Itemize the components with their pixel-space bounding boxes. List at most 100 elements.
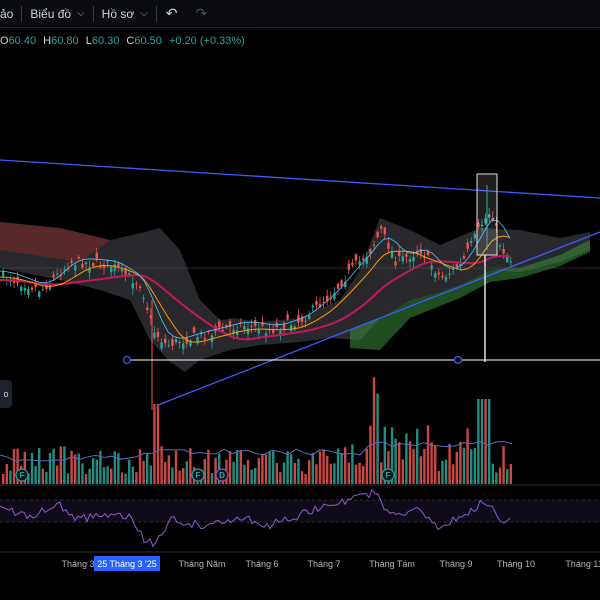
- candle-body: [311, 305, 314, 308]
- side-panel-toggle[interactable]: o: [0, 380, 12, 408]
- candle-body: [84, 262, 88, 264]
- volume-bar: [52, 448, 55, 484]
- candle-body: [246, 328, 250, 334]
- volume-bar: [74, 454, 77, 484]
- candle-body: [398, 251, 401, 256]
- candle-body: [218, 321, 221, 328]
- candle-body: [110, 266, 113, 273]
- candle-body: [146, 307, 149, 310]
- candle-body: [509, 261, 512, 263]
- volume-bar: [30, 452, 34, 484]
- candle-body: [167, 344, 170, 346]
- event-marker-earnings[interactable]: F: [191, 468, 205, 482]
- candle-body: [498, 245, 502, 247]
- volume-bar: [509, 464, 512, 484]
- volume-bar: [185, 461, 188, 484]
- volume-bar: [282, 462, 286, 484]
- volume-bar: [466, 428, 469, 484]
- candle-body: [419, 249, 422, 254]
- event-marker-earnings[interactable]: F: [381, 468, 395, 482]
- volume-bar: [38, 447, 41, 484]
- candle-body: [405, 253, 408, 257]
- candle-body: [372, 244, 376, 246]
- time-axis[interactable]: Tháng 3 Tháng Năm Tháng 6 Tháng 7 Tháng Tám T…: [0, 553, 600, 600]
- volume-bar: [452, 464, 455, 484]
- volume-bar: [246, 460, 250, 484]
- candle-body: [160, 342, 163, 349]
- volume-bar: [149, 465, 152, 484]
- volume-bar: [434, 445, 437, 484]
- candle-body: [441, 275, 444, 278]
- volume-bar: [506, 469, 509, 484]
- volume-bar: [268, 451, 271, 484]
- volume-bar: [178, 470, 181, 484]
- volume-bar: [437, 470, 440, 484]
- volume-bar: [113, 451, 116, 484]
- candle-body: [376, 231, 379, 238]
- volume-bar: [408, 441, 412, 484]
- candle-body: [106, 260, 109, 262]
- volume-bar: [372, 377, 376, 484]
- volume-bar: [228, 451, 232, 484]
- volume-bar: [462, 447, 466, 484]
- time-axis-tick-label: Tháng 11: [565, 559, 600, 569]
- volume-bar: [362, 465, 365, 484]
- volume-bar: [203, 458, 206, 484]
- volume-bar: [207, 449, 210, 484]
- candle-body: [462, 256, 466, 259]
- volume-bar: [376, 393, 379, 484]
- candle-body: [383, 227, 386, 234]
- event-marker-earnings[interactable]: F: [15, 468, 29, 482]
- candle-body: [243, 326, 246, 330]
- volume-bar: [232, 461, 235, 484]
- candle-body: [30, 287, 34, 290]
- volume-bar: [236, 450, 239, 484]
- event-marker-label: F: [386, 471, 391, 480]
- candle-body: [470, 240, 473, 243]
- event-marker-label: F: [196, 471, 201, 480]
- candle-body: [192, 327, 196, 333]
- volume-bar: [322, 449, 325, 484]
- volume-bar: [344, 447, 347, 484]
- candle-body: [52, 274, 55, 278]
- candle-body: [308, 315, 311, 319]
- volume-bar: [182, 468, 185, 484]
- volume-bar: [340, 452, 343, 484]
- volume-bar: [401, 459, 404, 484]
- volume-bar: [12, 448, 16, 484]
- volume-bar: [2, 473, 5, 484]
- volume-bar: [398, 442, 401, 484]
- volume-bar: [174, 450, 178, 484]
- candle-body: [444, 276, 448, 281]
- volume-bar: [412, 448, 415, 484]
- candle-body: [430, 265, 433, 270]
- volume-bar: [160, 446, 163, 484]
- volume-bar: [210, 473, 214, 484]
- volume-bar: [290, 454, 293, 484]
- candle-body: [390, 252, 394, 258]
- time-axis-tick-label: Tháng Tám: [369, 559, 415, 569]
- candle-body: [394, 261, 397, 266]
- volume-bar: [308, 460, 311, 484]
- candle-body: [156, 331, 160, 337]
- candle-body: [174, 339, 178, 343]
- candle-body: [347, 263, 350, 270]
- volume-bar: [459, 441, 462, 484]
- event-marker-dividend[interactable]: D: [215, 468, 229, 482]
- time-axis-tick-label: Tháng 9: [439, 559, 472, 569]
- volume-bar: [110, 468, 113, 484]
- candle-body: [81, 263, 84, 268]
- volume-bar: [128, 459, 131, 484]
- volume-bar: [106, 466, 109, 484]
- candle-body: [401, 256, 404, 262]
- volume-bar: [264, 454, 268, 484]
- volume-bar: [502, 446, 505, 484]
- volume-bar: [286, 451, 289, 484]
- candle-body: [412, 256, 415, 262]
- chart-canvas[interactable]: F F D F Tháng 3 Tháng Năm Tháng 6 Tháng 7 Tháng…: [0, 0, 600, 600]
- candle-body: [351, 262, 354, 266]
- volume-bar: [448, 443, 451, 484]
- volume-bar: [272, 451, 275, 484]
- volume-bar: [423, 448, 426, 484]
- volume-bar: [77, 453, 80, 484]
